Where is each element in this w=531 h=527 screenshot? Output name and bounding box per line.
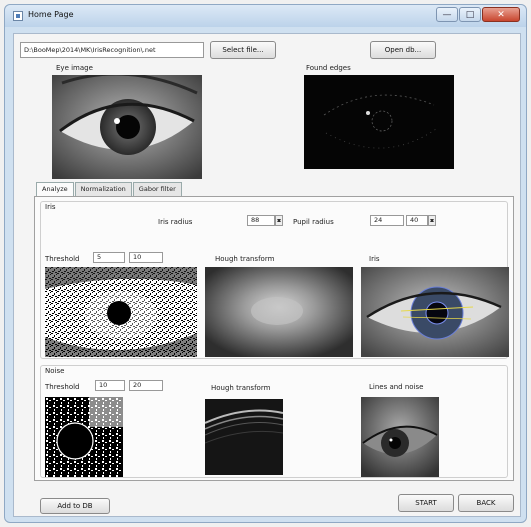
eye-image-label: Eye image xyxy=(56,64,93,72)
tab-normalization[interactable]: Normalization xyxy=(74,182,132,196)
minimize-button[interactable]: — xyxy=(436,7,458,22)
pupil-radius-max-input[interactable]: 40 xyxy=(406,215,428,226)
iris-hough-label: Hough transform xyxy=(215,255,275,263)
noise-threshold-image xyxy=(45,397,123,477)
iris-threshold-image xyxy=(45,267,197,357)
tab-gabor-filter[interactable]: Gabor filter xyxy=(132,182,182,196)
noise-result-label: Lines and noise xyxy=(369,383,424,391)
iris-radius-input[interactable]: 88 xyxy=(247,215,275,226)
noise-threshold-label: Threshold xyxy=(45,383,80,391)
app-icon xyxy=(13,11,23,21)
window-title: Home Page xyxy=(28,10,74,19)
analyze-panel: Iris Iris radius 88 Pupil radius 24 40 T… xyxy=(34,196,514,481)
client-area: D:\BooMep\2014\MK\IrisRecognition\.net S… xyxy=(13,33,521,517)
add-to-db-button[interactable]: Add to DB xyxy=(40,498,110,514)
file-path-field[interactable]: D:\BooMep\2014\MK\IrisRecognition\.net xyxy=(20,42,204,58)
iris-threshold-label: Threshold xyxy=(45,255,80,263)
iris-threshold-max-input[interactable]: 10 xyxy=(129,252,163,263)
iris-result-image xyxy=(361,267,509,357)
pupil-radius-min-input[interactable]: 24 xyxy=(370,215,404,226)
iris-result-label: Iris xyxy=(369,255,380,263)
noise-group-label: Noise xyxy=(45,367,65,375)
iris-radius-label: Iris radius xyxy=(158,218,193,226)
eye-image xyxy=(52,75,202,179)
iris-group-label: Iris xyxy=(45,203,56,211)
maximize-button[interactable]: □ xyxy=(459,7,481,22)
iris-hough-image xyxy=(205,267,353,357)
noise-threshold-min-input[interactable]: 10 xyxy=(95,380,125,391)
start-button[interactable]: START xyxy=(398,494,454,512)
tab-strip: Analyze Normalization Gabor filter xyxy=(36,182,183,197)
pupil-radius-label: Pupil radius xyxy=(293,218,334,226)
main-window: Home Page — □ ✕ D:\BooMep\2014\MK\IrisRe… xyxy=(4,4,527,523)
noise-hough-label: Hough transform xyxy=(211,384,271,392)
window-controls: — □ ✕ xyxy=(436,7,520,23)
title-bar[interactable]: Home Page — □ ✕ xyxy=(5,5,526,27)
iris-threshold-min-input[interactable]: 5 xyxy=(93,252,125,263)
open-db-button[interactable]: Open db... xyxy=(370,41,436,59)
noise-threshold-max-input[interactable]: 20 xyxy=(129,380,163,391)
tab-analyze[interactable]: Analyze xyxy=(36,182,74,197)
pupil-radius-spinner[interactable] xyxy=(428,215,436,226)
found-edges-label: Found edges xyxy=(306,64,351,72)
iris-radius-spinner[interactable] xyxy=(275,215,283,226)
found-edges-image xyxy=(304,75,454,169)
select-file-button[interactable]: Select file... xyxy=(210,41,276,59)
close-button[interactable]: ✕ xyxy=(482,7,520,22)
back-button[interactable]: BACK xyxy=(458,494,514,512)
noise-hough-image xyxy=(205,399,283,475)
lines-and-noise-image xyxy=(361,397,439,477)
